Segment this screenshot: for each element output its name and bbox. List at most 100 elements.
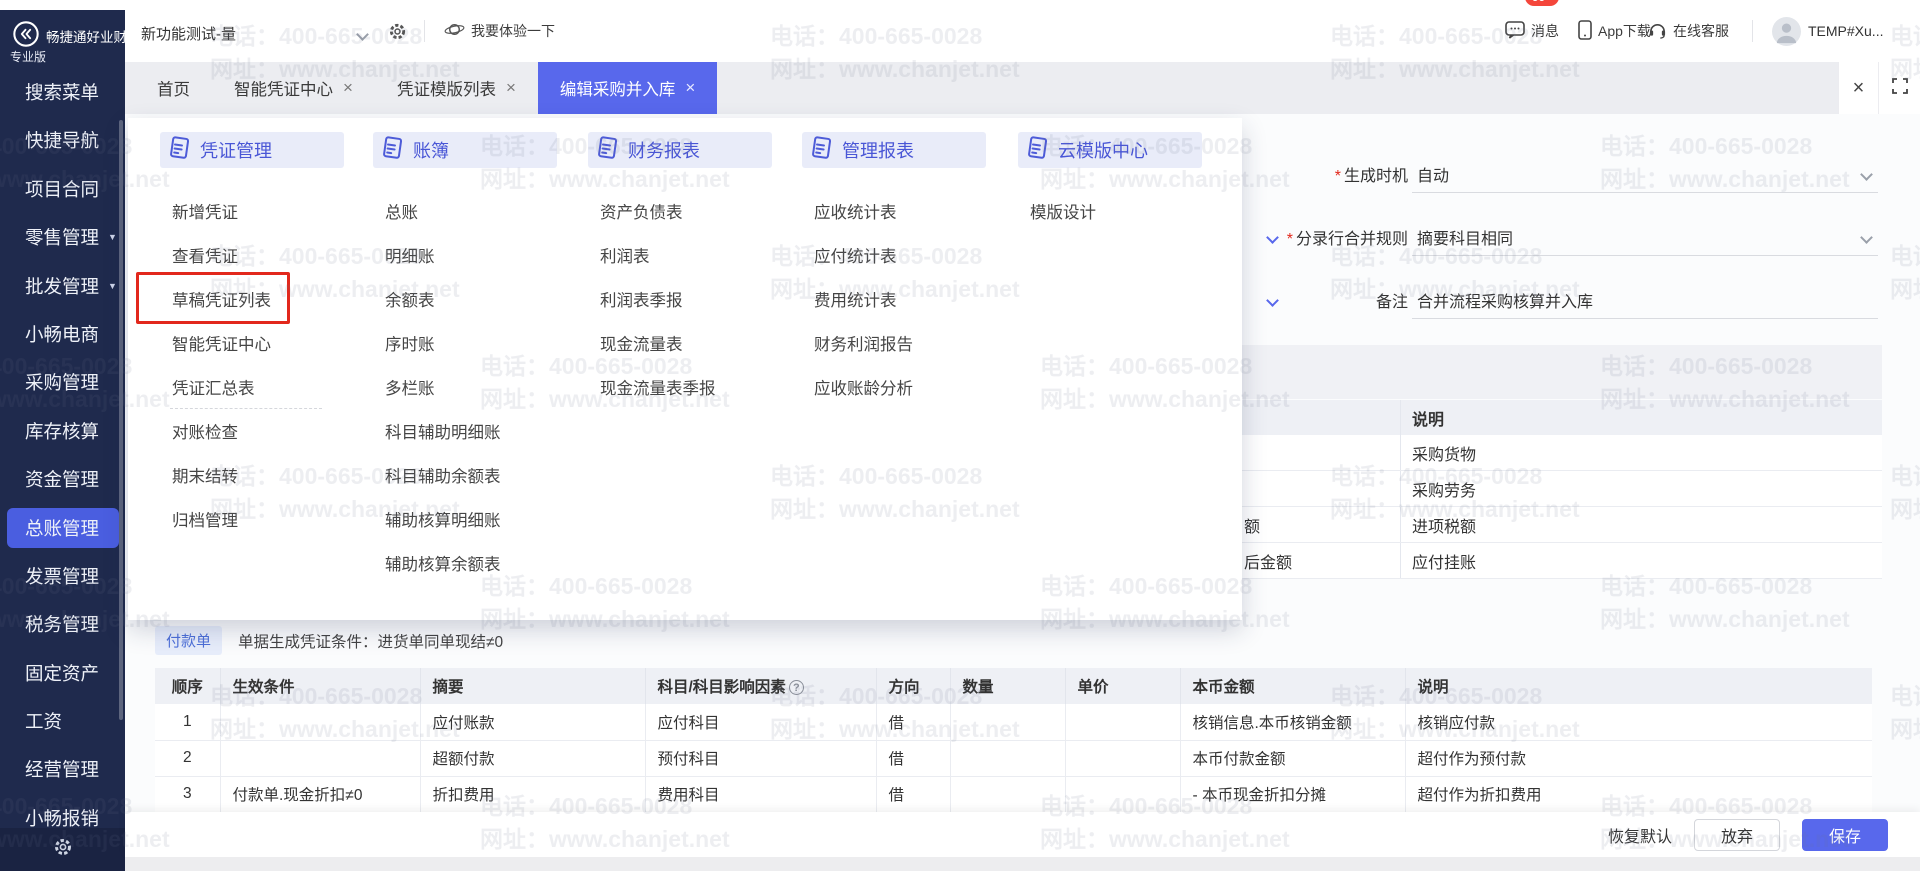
table-cell: [1065, 776, 1180, 812]
menu-item[interactable]: 资产负债表: [588, 189, 793, 233]
menu-item[interactable]: 总账: [373, 189, 578, 233]
payment-voucher-tag[interactable]: 付款单: [155, 626, 222, 655]
messages-button[interactable]: 消息 99+: [1505, 0, 1559, 62]
close-all-tabs-button[interactable]: ×: [1838, 62, 1878, 114]
remark-input[interactable]: 合并流程采购核算并入库: [1417, 288, 1593, 312]
sidebar-item-14[interactable]: 经营管理: [0, 749, 125, 789]
settings-gear-icon[interactable]: [53, 837, 73, 862]
menu-section-header: 凭证管理: [160, 132, 344, 168]
menu-item[interactable]: 余额表: [373, 277, 578, 321]
sidebar-item-label: 经营管理: [25, 756, 99, 782]
menu-item[interactable]: 归档管理: [160, 497, 365, 541]
account-chevron-down-icon[interactable]: [358, 26, 367, 44]
help-icon[interactable]: ?: [789, 680, 804, 695]
top-bar: 新功能测试-量 我要体验一下 消息 99+ App下载 在线客服 TEMP#Xu…: [0, 0, 1920, 62]
restore-default-link[interactable]: 恢复默认: [1608, 823, 1672, 847]
table-row[interactable]: 1应付账款应付科目借核销信息.本币核销金额核销应付款: [155, 704, 1872, 740]
experience-link[interactable]: 我要体验一下: [444, 0, 555, 62]
column-divider: [1400, 543, 1401, 578]
merge-rule-select[interactable]: 摘要科目相同: [1417, 225, 1513, 249]
merge-rule-label: *分录行合并规则: [1245, 225, 1408, 249]
menu-item[interactable]: 应收统计表: [802, 189, 1007, 233]
app-download-button[interactable]: App下载: [1578, 0, 1651, 62]
menu-item[interactable]: 查看凭证: [160, 233, 365, 277]
menu-item[interactable]: 对账检查: [160, 409, 365, 453]
phone-icon: [1578, 20, 1592, 43]
sidebar-item-11[interactable]: 税务管理: [0, 604, 125, 644]
tab-3[interactable]: 编辑采购并入库×: [538, 62, 717, 114]
menu-item[interactable]: 现金流量表: [588, 321, 793, 365]
sidebar-item-label: 固定资产: [25, 660, 99, 686]
menu-item[interactable]: 多栏账: [373, 365, 578, 409]
sidebar-item-label: 资金管理: [25, 466, 99, 492]
sidebar-item-10[interactable]: 发票管理: [0, 556, 125, 596]
menu-item[interactable]: 序时账: [373, 321, 578, 365]
menu-item[interactable]: 新增凭证: [160, 189, 365, 233]
table-row[interactable]: 3付款单.现金折扣≠0折扣费用费用科目借- 本币现金折扣分摊超付作为折扣费用: [155, 776, 1872, 812]
select-chevron-down-icon[interactable]: [1862, 166, 1871, 184]
sidebar-item-7[interactable]: 库存核算: [0, 411, 125, 451]
sidebar-item-0[interactable]: 搜索菜单: [0, 72, 125, 112]
menu-item[interactable]: 草稿凭证列表: [160, 277, 365, 321]
menu-item[interactable]: 智能凭证中心: [160, 321, 365, 365]
menu-column-2: 财务报表资产负债表利润表利润表季报现金流量表现金流量表季报: [588, 132, 793, 409]
column-header: 顺序: [155, 668, 220, 704]
close-icon[interactable]: ×: [685, 78, 695, 98]
tab-1[interactable]: 智能凭证中心×: [212, 62, 375, 114]
tab-0[interactable]: 首页: [135, 62, 212, 114]
divider: [170, 408, 322, 409]
sidebar-scrollbar[interactable]: [119, 120, 123, 720]
account-name[interactable]: 新功能测试-量: [141, 23, 236, 44]
menu-item[interactable]: 财务利润报告: [802, 321, 1007, 365]
menu-item[interactable]: 辅助核算明细账: [373, 497, 578, 541]
close-icon[interactable]: ×: [343, 78, 353, 98]
user-name[interactable]: TEMP#Xu...: [1808, 23, 1883, 39]
sidebar-item-3[interactable]: 零售管理▼: [0, 217, 125, 257]
table-row[interactable]: 2超额付款预付科目借本币付款金额超付作为预付款: [155, 740, 1872, 776]
menu-item[interactable]: 辅助核算余额表: [373, 541, 578, 585]
online-service-button[interactable]: 在线客服: [1648, 0, 1729, 62]
menu-section-title: 账簿: [413, 137, 449, 163]
fullscreen-button[interactable]: [1878, 62, 1920, 114]
settings-gear-icon[interactable]: [388, 22, 407, 46]
select-chevron-down-icon[interactable]: [1862, 229, 1871, 247]
menu-item[interactable]: 费用统计表: [802, 277, 1007, 321]
sidebar-item-13[interactable]: 工资: [0, 701, 125, 741]
menu-item[interactable]: 利润表: [588, 233, 793, 277]
sidebar-item-12[interactable]: 固定资产: [0, 653, 125, 693]
save-button[interactable]: 保存: [1802, 819, 1888, 851]
tab-2[interactable]: 凭证模版列表×: [375, 62, 538, 114]
menu-item[interactable]: 期末结转: [160, 453, 365, 497]
menu-item[interactable]: 科目辅助余额表: [373, 453, 578, 497]
gen-timing-select[interactable]: 自动: [1417, 162, 1449, 186]
sidebar-item-4[interactable]: 批发管理▼: [0, 266, 125, 306]
column-header: 说明: [1405, 668, 1872, 704]
menu-item[interactable]: 科目辅助明细账: [373, 409, 578, 453]
purchase-voucher-table: 说明 采购货物采购劳务额进项税额后金额应付挂账: [1242, 400, 1882, 579]
sidebar-item-8[interactable]: 资金管理: [0, 459, 125, 499]
table-row: 采购货物: [1242, 435, 1882, 471]
headset-icon: [1648, 21, 1667, 42]
sidebar-item-5[interactable]: 小畅电商: [0, 314, 125, 354]
table-cell: 核销应付款: [1405, 704, 1872, 740]
menu-item[interactable]: 现金流量表季报: [588, 365, 793, 409]
table-cell: 本币付款金额: [1180, 740, 1405, 776]
table-header-row: 顺序生效条件摘要科目/科目影响因素?方向数量单价本币金额说明: [155, 668, 1872, 704]
sidebar-item-1[interactable]: 快捷导航: [0, 120, 125, 160]
menu-item[interactable]: 凭证汇总表: [160, 365, 365, 409]
menu-item[interactable]: 应付统计表: [802, 233, 1007, 277]
sidebar-item-2[interactable]: 项目合同: [0, 169, 125, 209]
sidebar-item-6[interactable]: 采购管理: [0, 362, 125, 402]
menu-item[interactable]: 模版设计: [1018, 189, 1223, 233]
close-icon[interactable]: ×: [506, 78, 516, 98]
column-header: 摘要: [420, 668, 645, 704]
discard-button[interactable]: 放弃: [1694, 819, 1780, 851]
menu-item[interactable]: 利润表季报: [588, 277, 793, 321]
menu-item[interactable]: 明细账: [373, 233, 578, 277]
sidebar-item-9[interactable]: 总账管理: [7, 508, 119, 548]
avatar[interactable]: [1772, 17, 1801, 51]
message-bubble-icon: [1505, 21, 1525, 42]
menu-item[interactable]: 应收账龄分析: [802, 365, 1007, 409]
table-cell: 借: [876, 704, 950, 740]
remark-label: 备注: [1245, 288, 1408, 312]
